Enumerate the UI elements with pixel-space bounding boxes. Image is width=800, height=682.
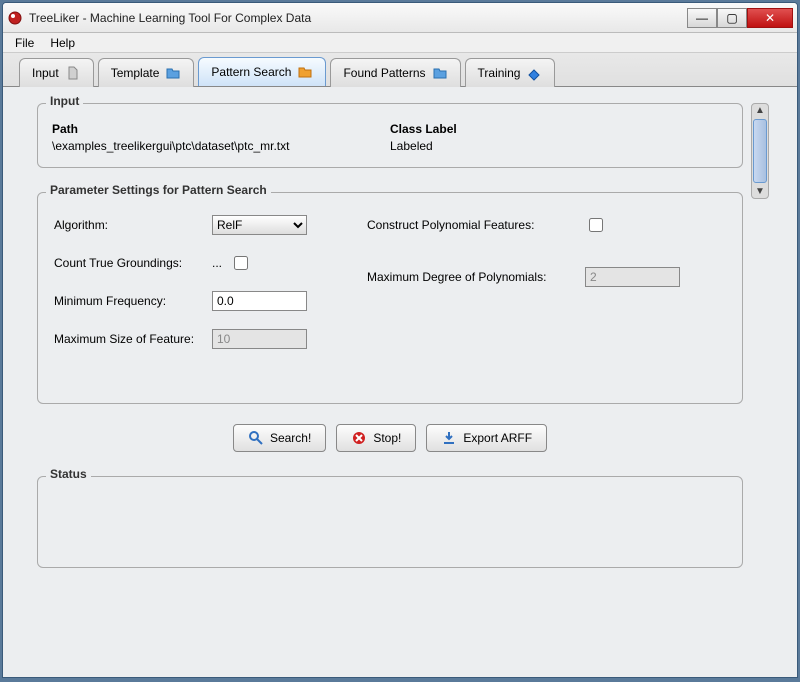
- button-label: Stop!: [373, 431, 401, 445]
- class-label-value: Labeled: [390, 139, 728, 153]
- scroll-thumb[interactable]: [753, 119, 767, 183]
- min-frequency-label: Minimum Frequency:: [54, 294, 204, 308]
- class-label-label: Class Label: [390, 122, 728, 136]
- magnifier-icon: [248, 430, 264, 446]
- tab-pattern-search[interactable]: Pattern Search: [198, 57, 326, 86]
- eraser-icon: [526, 65, 542, 81]
- settings-panel: Parameter Settings for Pattern Search Al…: [37, 192, 743, 404]
- tab-label: Pattern Search: [211, 65, 291, 79]
- app-icon: [7, 10, 23, 26]
- scrollbar-vertical[interactable]: ▲ ▼: [751, 103, 769, 199]
- construct-poly-label: Construct Polynomial Features:: [367, 218, 577, 232]
- scroll-down-icon[interactable]: ▼: [755, 185, 765, 198]
- app-window: TreeLiker - Machine Learning Tool For Co…: [2, 2, 798, 678]
- window-title: TreeLiker - Machine Learning Tool For Co…: [29, 11, 687, 25]
- mouse-icon: [65, 65, 81, 81]
- export-icon: [441, 430, 457, 446]
- menu-file[interactable]: File: [7, 34, 42, 52]
- folder-search-icon: [297, 64, 313, 80]
- input-panel: Input Path \examples_treelikergui\ptc\da…: [37, 103, 743, 168]
- minimize-button[interactable]: —: [687, 8, 717, 28]
- path-value: \examples_treelikergui\ptc\dataset\ptc_m…: [52, 139, 390, 153]
- tab-template[interactable]: Template: [98, 58, 195, 87]
- max-degree-label: Maximum Degree of Polynomials:: [367, 270, 577, 284]
- tab-label: Training: [478, 66, 521, 80]
- count-groundings-checkbox[interactable]: [234, 256, 248, 270]
- tabstrip: Input Template Pattern Search Found Patt…: [3, 53, 797, 87]
- algorithm-label: Algorithm:: [54, 218, 204, 232]
- count-groundings-label: Count True Groundings:: [54, 256, 204, 270]
- maximize-button[interactable]: ▢: [717, 8, 747, 28]
- folder-icon: [165, 65, 181, 81]
- status-panel: Status: [37, 476, 743, 568]
- button-label: Export ARFF: [463, 431, 532, 445]
- action-button-row: Search! Stop! Export ARFF: [37, 424, 743, 452]
- settings-panel-title: Parameter Settings for Pattern Search: [46, 183, 271, 197]
- max-degree-input: [585, 267, 680, 287]
- export-button[interactable]: Export ARFF: [426, 424, 547, 452]
- stop-icon: [351, 430, 367, 446]
- tab-found-patterns[interactable]: Found Patterns: [330, 58, 460, 87]
- tab-input[interactable]: Input: [19, 58, 94, 87]
- tab-label: Template: [111, 66, 160, 80]
- path-label: Path: [52, 122, 390, 136]
- scroll-up-icon[interactable]: ▲: [755, 104, 765, 117]
- folder-icon: [432, 65, 448, 81]
- menu-help[interactable]: Help: [42, 34, 83, 52]
- tab-label: Found Patterns: [343, 66, 425, 80]
- content-area: Input Path \examples_treelikergui\ptc\da…: [3, 87, 797, 677]
- status-panel-title: Status: [46, 467, 91, 481]
- construct-poly-checkbox[interactable]: [589, 218, 603, 232]
- max-size-label: Maximum Size of Feature:: [54, 332, 204, 346]
- input-panel-title: Input: [46, 94, 83, 108]
- algorithm-select[interactable]: RelF: [212, 215, 307, 235]
- button-label: Search!: [270, 431, 311, 445]
- stop-button[interactable]: Stop!: [336, 424, 416, 452]
- menubar: File Help: [3, 33, 797, 53]
- tab-label: Input: [32, 66, 59, 80]
- search-button[interactable]: Search!: [233, 424, 326, 452]
- ellipsis: ...: [212, 256, 222, 270]
- max-size-input: [212, 329, 307, 349]
- close-button[interactable]: ✕: [747, 8, 793, 28]
- titlebar: TreeLiker - Machine Learning Tool For Co…: [3, 3, 797, 33]
- min-frequency-input[interactable]: [212, 291, 307, 311]
- status-body: [52, 495, 728, 553]
- tab-training[interactable]: Training: [465, 58, 556, 87]
